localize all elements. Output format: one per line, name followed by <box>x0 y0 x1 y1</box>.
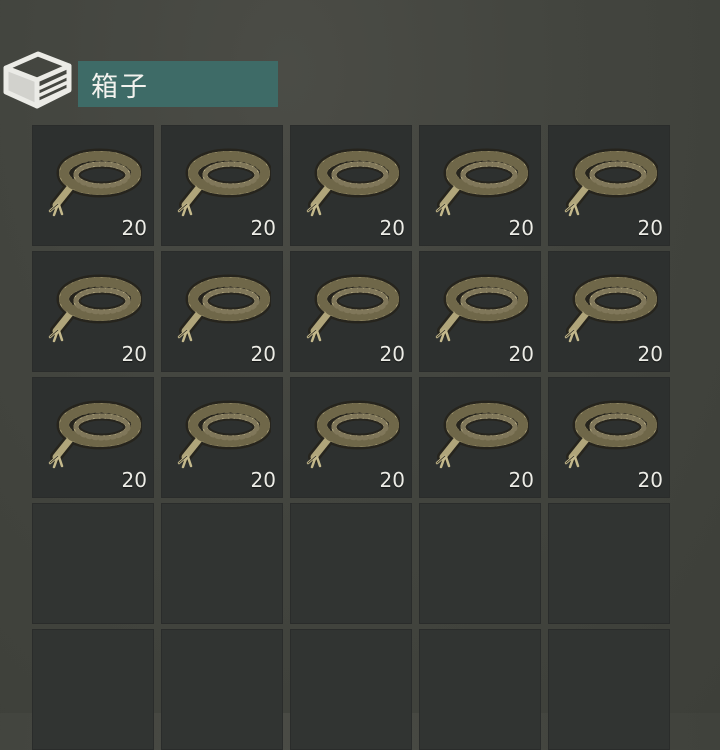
rope-coil-icon <box>562 147 660 219</box>
container-title-bar: 箱子 <box>78 61 278 107</box>
container-title: 箱子 <box>91 71 149 103</box>
rope-coil-icon <box>433 147 531 219</box>
inventory-slot[interactable]: 20 <box>419 251 541 372</box>
rope-coil-icon <box>433 399 531 471</box>
rope-coil-icon <box>175 273 273 345</box>
inventory-slot[interactable]: 20 <box>548 125 670 246</box>
item-quantity: 20 <box>250 342 276 366</box>
inventory-slot[interactable]: 20 <box>419 377 541 498</box>
rope-coil-icon <box>562 399 660 471</box>
item-quantity: 20 <box>250 468 276 492</box>
inventory-slot-empty[interactable] <box>32 503 154 624</box>
inventory-slot-empty[interactable] <box>548 503 670 624</box>
inventory-slot[interactable]: 20 <box>32 251 154 372</box>
inventory-slot-empty[interactable] <box>548 629 670 750</box>
inventory-slot[interactable]: 20 <box>548 377 670 498</box>
inventory-grid: 20 20 20 20 20 20 20 20 20 20 20 20 20 2… <box>32 125 670 750</box>
inventory-slot[interactable]: 20 <box>32 125 154 246</box>
item-quantity: 20 <box>379 216 405 240</box>
rope-coil-icon <box>433 273 531 345</box>
rope-coil-icon <box>175 399 273 471</box>
item-quantity: 20 <box>508 468 534 492</box>
rope-coil-icon <box>46 147 144 219</box>
inventory-slot-empty[interactable] <box>419 629 541 750</box>
inventory-slot[interactable]: 20 <box>161 377 283 498</box>
container-header: 箱子 <box>0 44 290 114</box>
item-quantity: 20 <box>637 468 663 492</box>
inventory-slot-empty[interactable] <box>290 503 412 624</box>
item-quantity: 20 <box>250 216 276 240</box>
inventory-slot[interactable]: 20 <box>161 125 283 246</box>
item-quantity: 20 <box>508 216 534 240</box>
inventory-slot-empty[interactable] <box>32 629 154 750</box>
item-quantity: 20 <box>379 342 405 366</box>
inventory-slot[interactable]: 20 <box>290 377 412 498</box>
item-quantity: 20 <box>508 342 534 366</box>
item-quantity: 20 <box>121 342 147 366</box>
stacked-box-icon <box>3 51 72 109</box>
item-quantity: 20 <box>121 468 147 492</box>
item-quantity: 20 <box>637 342 663 366</box>
rope-coil-icon <box>46 273 144 345</box>
inventory-slot[interactable]: 20 <box>419 125 541 246</box>
inventory-slot[interactable]: 20 <box>32 377 154 498</box>
inventory-slot-empty[interactable] <box>290 629 412 750</box>
item-quantity: 20 <box>637 216 663 240</box>
rope-coil-icon <box>562 273 660 345</box>
rope-coil-icon <box>304 399 402 471</box>
inventory-slot[interactable]: 20 <box>548 251 670 372</box>
rope-coil-icon <box>304 147 402 219</box>
rope-coil-icon <box>175 147 273 219</box>
inventory-slot-empty[interactable] <box>161 503 283 624</box>
inventory-slot[interactable]: 20 <box>290 251 412 372</box>
inventory-slot-empty[interactable] <box>161 629 283 750</box>
inventory-slot-empty[interactable] <box>419 503 541 624</box>
rope-coil-icon <box>304 273 402 345</box>
item-quantity: 20 <box>379 468 405 492</box>
item-quantity: 20 <box>121 216 147 240</box>
inventory-slot[interactable]: 20 <box>290 125 412 246</box>
rope-coil-icon <box>46 399 144 471</box>
inventory-slot[interactable]: 20 <box>161 251 283 372</box>
